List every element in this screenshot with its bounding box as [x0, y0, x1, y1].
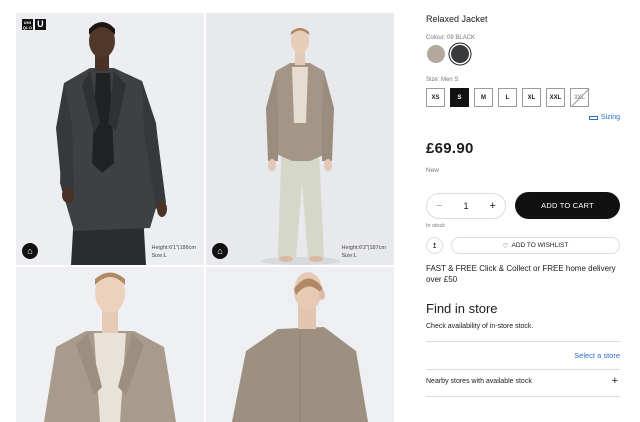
add-to-cart-button[interactable]: ADD TO CART [515, 192, 620, 219]
ruler-icon [588, 115, 598, 120]
product-image-full-beige[interactable]: ⌂ Height:6'2"|187cm Size:L [206, 13, 394, 265]
product-title: Relaxed Jacket [426, 14, 488, 24]
size-option-m[interactable]: M [474, 88, 493, 107]
heart-icon: ♡ [502, 242, 509, 250]
model-size: Size:L [151, 252, 167, 259]
model-info: Height:6'1"|186cm Size:L [152, 245, 196, 260]
product-price: £69.90 [426, 140, 474, 157]
find-in-store-title: Find in store [426, 301, 498, 316]
size-option-s[interactable]: S [450, 88, 469, 107]
sizing-link-label: Sizing [600, 114, 620, 121]
share-icon: ↥ [431, 242, 438, 250]
quantity-increase-button[interactable]: + [490, 200, 496, 212]
size-selector: XS S M L XL XXL 3XL [426, 88, 589, 107]
uniqlo-logo: UNI QLO [22, 19, 33, 30]
hanger-icon[interactable]: ⌂ [212, 243, 228, 259]
find-in-store-description: Check availability of in-store stock. [426, 323, 534, 330]
model-height: Height:6'2"|187cm [341, 245, 386, 251]
product-gallery: UNI QLO U ⌂ Height:6'1"|186cm Size:L ⌂ H… [16, 13, 394, 422]
model-height: Height:6'1"|186cm [151, 245, 196, 251]
size-option-l[interactable]: L [498, 88, 517, 107]
divider [426, 396, 620, 397]
size-option-xs[interactable]: XS [426, 88, 445, 107]
u-logo: U [35, 19, 46, 30]
product-image-close-front[interactable] [16, 267, 204, 422]
brand-logo: UNI QLO U [22, 19, 46, 30]
colour-swatch-black[interactable] [451, 45, 469, 63]
model-photo-beige-jacket [206, 13, 394, 265]
select-store-link[interactable]: Select a store [574, 351, 620, 360]
size-option-xxl[interactable]: XXL [546, 88, 565, 107]
size-option-3xl[interactable]: 3XL [570, 88, 589, 107]
colour-label: Colour: 09 BLACK [426, 35, 476, 41]
stock-status: In stock [426, 223, 445, 229]
divider [426, 369, 620, 370]
sizing-link[interactable]: Sizing [588, 114, 620, 121]
delivery-info: FAST & FREE Click & Collect or FREE home… [426, 264, 616, 284]
model-photo-back [206, 267, 394, 422]
product-image-back[interactable] [206, 267, 394, 422]
model-photo-close-front [16, 267, 204, 422]
divider [426, 341, 620, 342]
share-button[interactable]: ↥ [426, 237, 443, 254]
new-badge: New [426, 167, 440, 174]
product-image-front-black[interactable]: UNI QLO U ⌂ Height:6'1"|186cm Size:L [16, 13, 204, 265]
nearby-stores-label[interactable]: Nearby stores with available stock [426, 378, 532, 385]
model-size: Size:L [341, 252, 357, 259]
size-option-xl[interactable]: XL [522, 88, 541, 107]
model-photo-black-jacket [16, 13, 204, 265]
add-to-wishlist-button[interactable]: ♡ ADD TO WISHLIST [451, 237, 620, 254]
quantity-stepper: − 1 + [426, 193, 506, 219]
hanger-icon[interactable]: ⌂ [22, 243, 38, 259]
size-label: Size: Men S [426, 77, 459, 83]
colour-swatch-beige[interactable] [427, 45, 445, 63]
quantity-value[interactable]: 1 [463, 201, 468, 211]
model-info: Height:6'2"|187cm Size:L [342, 245, 386, 260]
quantity-decrease-button[interactable]: − [436, 200, 442, 212]
wishlist-label: ADD TO WISHLIST [511, 242, 569, 249]
expand-icon[interactable]: + [612, 375, 618, 387]
